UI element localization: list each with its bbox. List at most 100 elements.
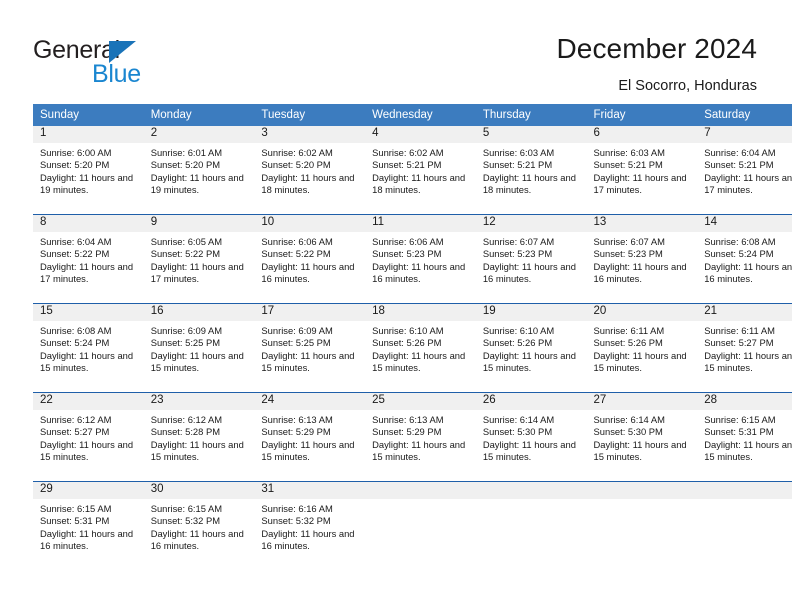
sunrise-text: Sunrise: 6:07 AM bbox=[482, 236, 555, 247]
day-cell-inner: 9 Sunrise: 6:05 AM Sunset: 5:22 PM Daylight… bbox=[143, 215, 255, 303]
calendar-day-cell[interactable]: 10 Sunrise: 6:06 AM Sunset: 5:22 PM Dayligh… bbox=[254, 214, 366, 304]
sunrise-text: Sunrise: 6:08 AM bbox=[40, 325, 112, 336]
calendar-day-cell[interactable]: 30 Sunrise: 6:15 AM Sunset: 5:32 PM Dayligh… bbox=[143, 481, 255, 570]
calendar-day-cell[interactable]: 11 Sunrise: 6:06 AM Sunset: 5:23 PM Dayligh… bbox=[365, 214, 476, 304]
calendar-day-cell[interactable]: 20 Sunrise: 6:11 AM Sunset: 5:26 PM Dayligh… bbox=[586, 303, 698, 393]
daylight-text: Daylight: 11 hours and 15 minutes. bbox=[40, 438, 134, 463]
daylight-text: Daylight: 11 hours and 15 minutes. bbox=[593, 438, 687, 463]
day-number: 2 bbox=[143, 126, 255, 143]
day-details: Sunrise: 6:10 AM Sunset: 5:26 PM Daylight:… bbox=[476, 321, 587, 374]
sunrise-text: Sunrise: 6:15 AM bbox=[704, 414, 776, 425]
sunset-text: Sunset: 5:20 PM bbox=[150, 159, 221, 171]
sunrise-text: Sunrise: 6:00 AM bbox=[40, 147, 112, 158]
sunrise-text: Sunrise: 6:16 AM bbox=[261, 503, 333, 514]
general-blue-logo[interactable]: General Blue bbox=[33, 36, 213, 88]
calendar-day-cell[interactable]: 8 Sunrise: 6:04 AM Sunset: 5:22 PM Daylight… bbox=[33, 214, 144, 304]
day-number: 15 bbox=[33, 304, 144, 321]
calendar-day-cell[interactable]: 31 Sunrise: 6:16 AM Sunset: 5:32 PM Dayligh… bbox=[254, 481, 366, 570]
day-number: 17 bbox=[254, 304, 366, 321]
daylight-text: Daylight: 11 hours and 15 minutes. bbox=[261, 438, 355, 463]
day-number bbox=[475, 482, 587, 499]
day-cell-inner: 30 Sunrise: 6:15 AM Sunset: 5:32 PM Dayligh… bbox=[143, 482, 255, 570]
calendar-day-cell[interactable]: 2 Sunrise: 6:01 AM Sunset: 5:20 PM Daylight… bbox=[143, 126, 255, 215]
sunset-text: Sunset: 5:24 PM bbox=[40, 337, 110, 349]
sunset-text: Sunset: 5:21 PM bbox=[704, 159, 774, 171]
sunset-text: Sunset: 5:22 PM bbox=[150, 248, 221, 260]
day-details: Sunrise: 6:05 AM Sunset: 5:22 PM Daylight:… bbox=[144, 232, 255, 285]
sunset-text: Sunset: 5:27 PM bbox=[704, 337, 774, 349]
calendar-day-cell[interactable]: 13 Sunrise: 6:07 AM Sunset: 5:23 PM Dayligh… bbox=[586, 214, 698, 304]
day-details: Sunrise: 6:07 AM Sunset: 5:23 PM Daylight:… bbox=[587, 232, 698, 285]
day-details: Sunrise: 6:13 AM Sunset: 5:29 PM Daylight:… bbox=[365, 410, 476, 463]
day-details: Sunrise: 6:04 AM Sunset: 5:22 PM Daylight:… bbox=[33, 232, 144, 285]
calendar-day-cell[interactable]: 27 Sunrise: 6:14 AM Sunset: 5:30 PM Dayligh… bbox=[586, 392, 698, 482]
sunset-text: Sunset: 5:31 PM bbox=[704, 426, 774, 438]
calendar-day-cell-empty bbox=[365, 481, 476, 570]
day-number: 5 bbox=[475, 126, 587, 143]
calendar-week-row: 1 Sunrise: 6:00 AM Sunset: 5:20 PM Daylight… bbox=[33, 126, 792, 215]
calendar-day-cell[interactable]: 9 Sunrise: 6:05 AM Sunset: 5:22 PM Daylight… bbox=[143, 214, 255, 304]
sunset-text: Sunset: 5:30 PM bbox=[593, 426, 663, 438]
sunrise-text: Sunrise: 6:11 AM bbox=[704, 325, 775, 336]
calendar-day-cell[interactable]: 25 Sunrise: 6:13 AM Sunset: 5:29 PM Dayligh… bbox=[365, 392, 476, 482]
page-subtitle-location: El Socorro, Honduras bbox=[618, 78, 757, 94]
calendar-day-cell[interactable]: 23 Sunrise: 6:12 AM Sunset: 5:28 PM Dayligh… bbox=[143, 392, 255, 482]
calendar-day-cell[interactable]: 7 Sunrise: 6:04 AM Sunset: 5:21 PM Daylight… bbox=[697, 126, 792, 215]
calendar-week-row: 22 Sunrise: 6:12 AM Sunset: 5:27 PM Dayligh… bbox=[33, 392, 792, 482]
weekday-header-wednesday: Wednesday bbox=[365, 104, 476, 126]
daylight-text: Daylight: 11 hours and 17 minutes. bbox=[40, 260, 134, 285]
day-cell-inner: 29 Sunrise: 6:15 AM Sunset: 5:31 PM Dayligh… bbox=[33, 482, 144, 570]
calendar-header-row: Sunday Monday Tuesday Wednesday Thursday Frid… bbox=[33, 104, 792, 126]
calendar-day-cell[interactable]: 21 Sunrise: 6:11 AM Sunset: 5:27 PM Dayligh… bbox=[697, 303, 792, 393]
daylight-text: Daylight: 11 hours and 19 minutes. bbox=[40, 171, 134, 196]
day-number: 4 bbox=[365, 126, 476, 143]
calendar-day-cell[interactable]: 3 Sunrise: 6:02 AM Sunset: 5:20 PM Daylight… bbox=[254, 126, 366, 215]
day-details: Sunrise: 6:06 AM Sunset: 5:22 PM Daylight:… bbox=[254, 232, 365, 285]
calendar-week-row: 15 Sunrise: 6:08 AM Sunset: 5:24 PM Dayligh… bbox=[33, 303, 792, 393]
day-details: Sunrise: 6:09 AM Sunset: 5:25 PM Daylight:… bbox=[254, 321, 365, 374]
sunrise-text: Sunrise: 6:10 AM bbox=[482, 325, 555, 336]
calendar-day-cell[interactable]: 5 Sunrise: 6:03 AM Sunset: 5:21 PM Daylight… bbox=[475, 126, 587, 215]
calendar-day-cell[interactable]: 19 Sunrise: 6:10 AM Sunset: 5:26 PM Dayligh… bbox=[475, 303, 587, 393]
calendar-day-cell[interactable]: 17 Sunrise: 6:09 AM Sunset: 5:25 PM Dayligh… bbox=[254, 303, 366, 393]
daylight-text: Daylight: 11 hours and 18 minutes. bbox=[482, 171, 576, 196]
day-number: 23 bbox=[143, 393, 255, 410]
calendar-day-cell[interactable]: 24 Sunrise: 6:13 AM Sunset: 5:29 PM Dayligh… bbox=[254, 392, 366, 482]
day-details: Sunrise: 6:14 AM Sunset: 5:30 PM Daylight:… bbox=[587, 410, 698, 463]
day-number: 19 bbox=[475, 304, 587, 321]
day-number: 7 bbox=[697, 126, 792, 143]
day-number: 24 bbox=[254, 393, 366, 410]
calendar-day-cell[interactable]: 4 Sunrise: 6:02 AM Sunset: 5:21 PM Daylight… bbox=[365, 126, 476, 215]
calendar-day-cell[interactable]: 28 Sunrise: 6:15 AM Sunset: 5:31 PM Dayligh… bbox=[697, 392, 792, 482]
day-details: Sunrise: 6:03 AM Sunset: 5:21 PM Daylight:… bbox=[476, 143, 587, 196]
day-cell-inner: 23 Sunrise: 6:12 AM Sunset: 5:28 PM Dayligh… bbox=[143, 393, 255, 481]
sunrise-text: Sunrise: 6:12 AM bbox=[40, 414, 112, 425]
calendar-day-cell[interactable]: 1 Sunrise: 6:00 AM Sunset: 5:20 PM Daylight… bbox=[33, 126, 144, 215]
weekday-header-thursday: Thursday bbox=[475, 104, 587, 126]
calendar-day-cell[interactable]: 18 Sunrise: 6:10 AM Sunset: 5:26 PM Dayligh… bbox=[365, 303, 476, 393]
day-cell-inner: 11 Sunrise: 6:06 AM Sunset: 5:23 PM Dayligh… bbox=[365, 215, 476, 303]
day-details: Sunrise: 6:15 AM Sunset: 5:31 PM Daylight:… bbox=[33, 499, 144, 552]
calendar-page: General Blue December 2024 El Socorro, H… bbox=[0, 0, 792, 612]
daylight-text: Daylight: 11 hours and 15 minutes. bbox=[482, 349, 576, 374]
calendar-day-cell[interactable]: 16 Sunrise: 6:09 AM Sunset: 5:25 PM Dayligh… bbox=[143, 303, 255, 393]
daylight-text: Daylight: 11 hours and 16 minutes. bbox=[40, 527, 134, 552]
daylight-text: Daylight: 11 hours and 15 minutes. bbox=[704, 349, 792, 374]
day-details: Sunrise: 6:16 AM Sunset: 5:32 PM Daylight:… bbox=[254, 499, 365, 552]
sunrise-text: Sunrise: 6:07 AM bbox=[593, 236, 665, 247]
calendar-day-cell[interactable]: 12 Sunrise: 6:07 AM Sunset: 5:23 PM Dayligh… bbox=[475, 214, 587, 304]
calendar-grid: Sunday Monday Tuesday Wednesday Thursday Frid… bbox=[33, 104, 792, 570]
day-number: 28 bbox=[697, 393, 792, 410]
calendar-day-cell[interactable]: 22 Sunrise: 6:12 AM Sunset: 5:27 PM Dayligh… bbox=[33, 392, 144, 482]
day-cell-inner: 27 Sunrise: 6:14 AM Sunset: 5:30 PM Dayligh… bbox=[586, 393, 698, 481]
day-cell-inner bbox=[586, 482, 698, 570]
day-details: Sunrise: 6:13 AM Sunset: 5:29 PM Daylight:… bbox=[254, 410, 365, 463]
calendar-day-cell[interactable]: 15 Sunrise: 6:08 AM Sunset: 5:24 PM Dayligh… bbox=[33, 303, 144, 393]
sunrise-text: Sunrise: 6:04 AM bbox=[704, 147, 776, 158]
calendar-day-cell[interactable]: 26 Sunrise: 6:14 AM Sunset: 5:30 PM Dayligh… bbox=[475, 392, 587, 482]
calendar-day-cell[interactable]: 14 Sunrise: 6:08 AM Sunset: 5:24 PM Dayligh… bbox=[697, 214, 792, 304]
calendar-day-cell[interactable]: 6 Sunrise: 6:03 AM Sunset: 5:21 PM Daylight… bbox=[586, 126, 698, 215]
day-number: 20 bbox=[586, 304, 698, 321]
calendar-day-cell-empty bbox=[697, 481, 792, 570]
calendar-day-cell[interactable]: 29 Sunrise: 6:15 AM Sunset: 5:31 PM Dayligh… bbox=[33, 481, 144, 570]
